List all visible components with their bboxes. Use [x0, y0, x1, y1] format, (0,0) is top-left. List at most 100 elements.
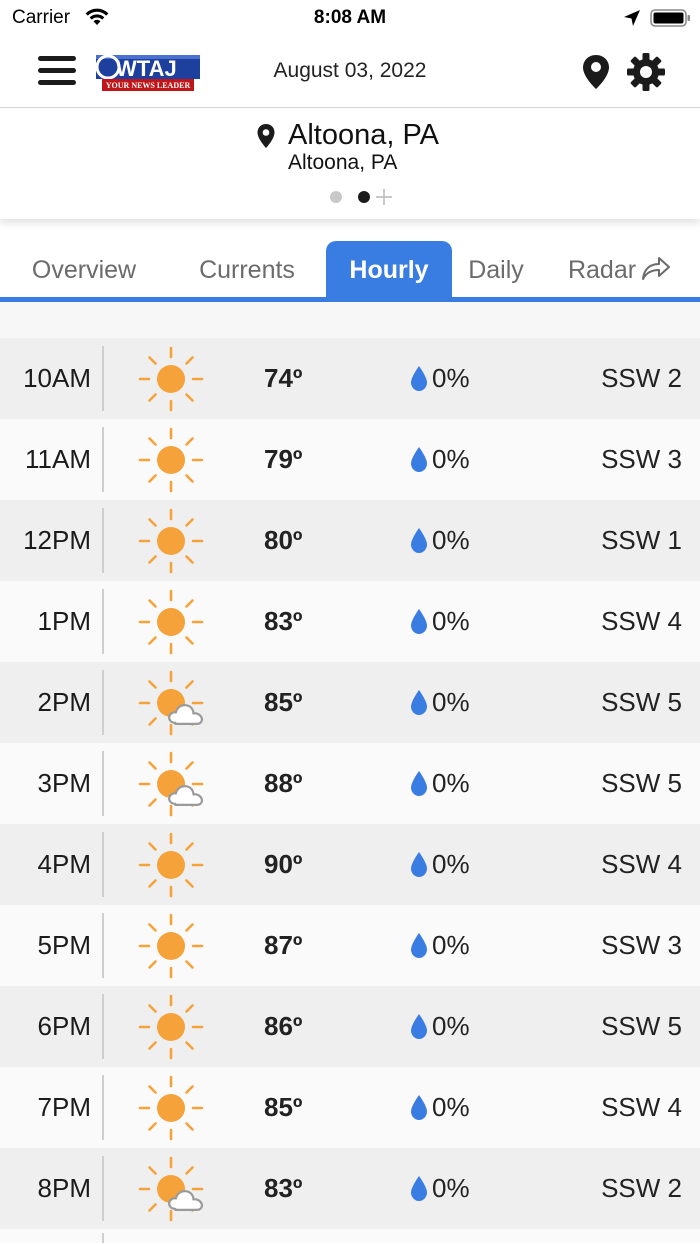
location-city: Altoona, PA [288, 119, 440, 151]
hour-precip-chance: 0% [432, 1011, 470, 1041]
hour-precip-chance: 0% [432, 849, 470, 879]
hour-wind: SSW 2 [601, 363, 682, 393]
sunny-icon [138, 994, 204, 1060]
raindrop-icon [411, 852, 427, 877]
status-time: 8:08 AM [313, 7, 387, 28]
hour-precip-chance: 0% [432, 525, 470, 555]
hour-temperature: 85º [264, 1092, 303, 1122]
row-divider [102, 427, 104, 492]
header-date: August 03, 2022 [273, 59, 427, 82]
sunny-icon [138, 1075, 204, 1141]
logo-text: WTAJ [116, 56, 177, 81]
hour-wind: SSW 2 [601, 1173, 682, 1203]
hour-temperature: 80º [264, 525, 303, 555]
tab-overview[interactable]: Overview [0, 241, 168, 297]
raindrop-icon [411, 609, 427, 634]
raindrop-icon [411, 1095, 427, 1120]
hour-time: 4PM [37, 849, 91, 879]
hourly-row[interactable]: 10AM 74º 0% SSW 2 [0, 338, 700, 419]
hourly-row[interactable]: 5PM 87º 0% SSW 3 [0, 905, 700, 986]
hour-time: 5PM [37, 930, 91, 960]
hour-wind: SSW 3 [601, 444, 682, 474]
hourly-row-partial [0, 1229, 700, 1243]
row-divider [102, 751, 104, 816]
row-divider [102, 832, 104, 897]
hour-wind: SSW 4 [601, 849, 682, 879]
hour-wind: SSW 5 [601, 687, 682, 717]
raindrop-icon [411, 933, 427, 958]
hour-precip-chance: 0% [432, 1092, 470, 1122]
menu-icon[interactable] [38, 56, 76, 88]
page-dot-2[interactable] [358, 191, 370, 203]
hour-time: 11AM [25, 444, 91, 474]
hour-temperature: 79º [264, 444, 303, 474]
row-divider [102, 508, 104, 573]
hour-time: 1PM [37, 606, 91, 636]
raindrop-icon [411, 447, 427, 472]
hour-time: 3PM [37, 768, 91, 798]
hour-time: 8PM [37, 1173, 91, 1203]
row-divider [102, 589, 104, 654]
partly-cloudy-icon [138, 1156, 204, 1222]
location-arrow-icon [624, 10, 640, 26]
tab-radar[interactable]: Radar [540, 241, 700, 297]
location-panel[interactable]: Altoona, PA Altoona, PA [0, 109, 700, 219]
hour-time: 12PM [23, 525, 91, 555]
hour-temperature: 86º [264, 1011, 303, 1041]
row-divider [102, 346, 104, 411]
hourly-row[interactable]: 8PM 83º 0% SSW 2 [0, 1148, 700, 1229]
hourly-row[interactable]: 11AM 79º 0% SSW 3 [0, 419, 700, 500]
tab-label: Overview [31, 256, 137, 284]
tab-currents[interactable]: Currents [168, 241, 326, 297]
wtaj-logo: WTAJ YOUR NEWS LEADER [95, 54, 200, 91]
hour-temperature: 85º [264, 687, 303, 717]
hour-precip-chance: 0% [432, 444, 470, 474]
forecast-tabs: Overview Currents Hourly Daily Radar [0, 241, 700, 299]
sunny-icon [138, 508, 204, 574]
gear-icon[interactable] [626, 52, 666, 92]
row-divider [102, 913, 104, 978]
row-divider [102, 994, 104, 1059]
hour-precip-chance: 0% [432, 768, 470, 798]
hourly-row[interactable]: 1PM 83º 0% SSW 4 [0, 581, 700, 662]
location-marker-icon [257, 124, 275, 148]
hour-wind: SSW 4 [601, 1092, 682, 1122]
sunny-icon [138, 346, 204, 412]
tab-label: Radar [567, 256, 637, 284]
raindrop-icon [411, 1176, 427, 1201]
tab-label: Currents [199, 256, 295, 284]
battery-icon [650, 9, 690, 27]
hourly-list[interactable]: 10AM 74º 0% SSW 2 11AM 79º 0% SSW 3 12PM 80º 0% SSW… [0, 338, 700, 1243]
hour-wind: SSW 4 [601, 606, 682, 636]
hour-precip-chance: 0% [432, 606, 470, 636]
hour-temperature: 83º [264, 606, 303, 636]
sunny-icon [138, 589, 204, 655]
app-header: WTAJ YOUR NEWS LEADER August 03, 2022 [0, 36, 700, 108]
hourly-row[interactable]: 3PM 88º 0% SSW 5 [0, 743, 700, 824]
hour-time: 10AM [23, 363, 91, 393]
tab-hourly[interactable]: Hourly [326, 241, 452, 297]
location-pin-icon[interactable] [580, 53, 612, 91]
page-indicator[interactable] [328, 187, 398, 207]
partly-cloudy-icon [138, 751, 204, 817]
hourly-row[interactable]: 6PM 86º 0% SSW 5 [0, 986, 700, 1067]
hour-temperature: 87º [264, 930, 303, 960]
row-divider [102, 1156, 104, 1221]
status-bar: Carrier 8:08 AM [0, 0, 700, 36]
row-divider [102, 1233, 104, 1243]
partly-cloudy-icon [138, 670, 204, 736]
location-subtitle: Altoona, PA [288, 151, 398, 174]
hour-time: 6PM [37, 1011, 91, 1041]
hourly-row[interactable]: 12PM 80º 0% SSW 1 [0, 500, 700, 581]
add-location-icon[interactable] [374, 187, 394, 207]
sunny-icon [138, 427, 204, 493]
tab-daily[interactable]: Daily [452, 241, 540, 297]
raindrop-icon [411, 528, 427, 553]
hourly-row[interactable]: 4PM 90º 0% SSW 4 [0, 824, 700, 905]
hourly-row[interactable]: 2PM 85º 0% SSW 5 [0, 662, 700, 743]
hourly-row[interactable]: 7PM 85º 0% SSW 4 [0, 1067, 700, 1148]
raindrop-icon [411, 690, 427, 715]
hour-temperature: 88º [264, 768, 303, 798]
page-dot-1[interactable] [330, 191, 342, 203]
hour-precip-chance: 0% [432, 687, 470, 717]
